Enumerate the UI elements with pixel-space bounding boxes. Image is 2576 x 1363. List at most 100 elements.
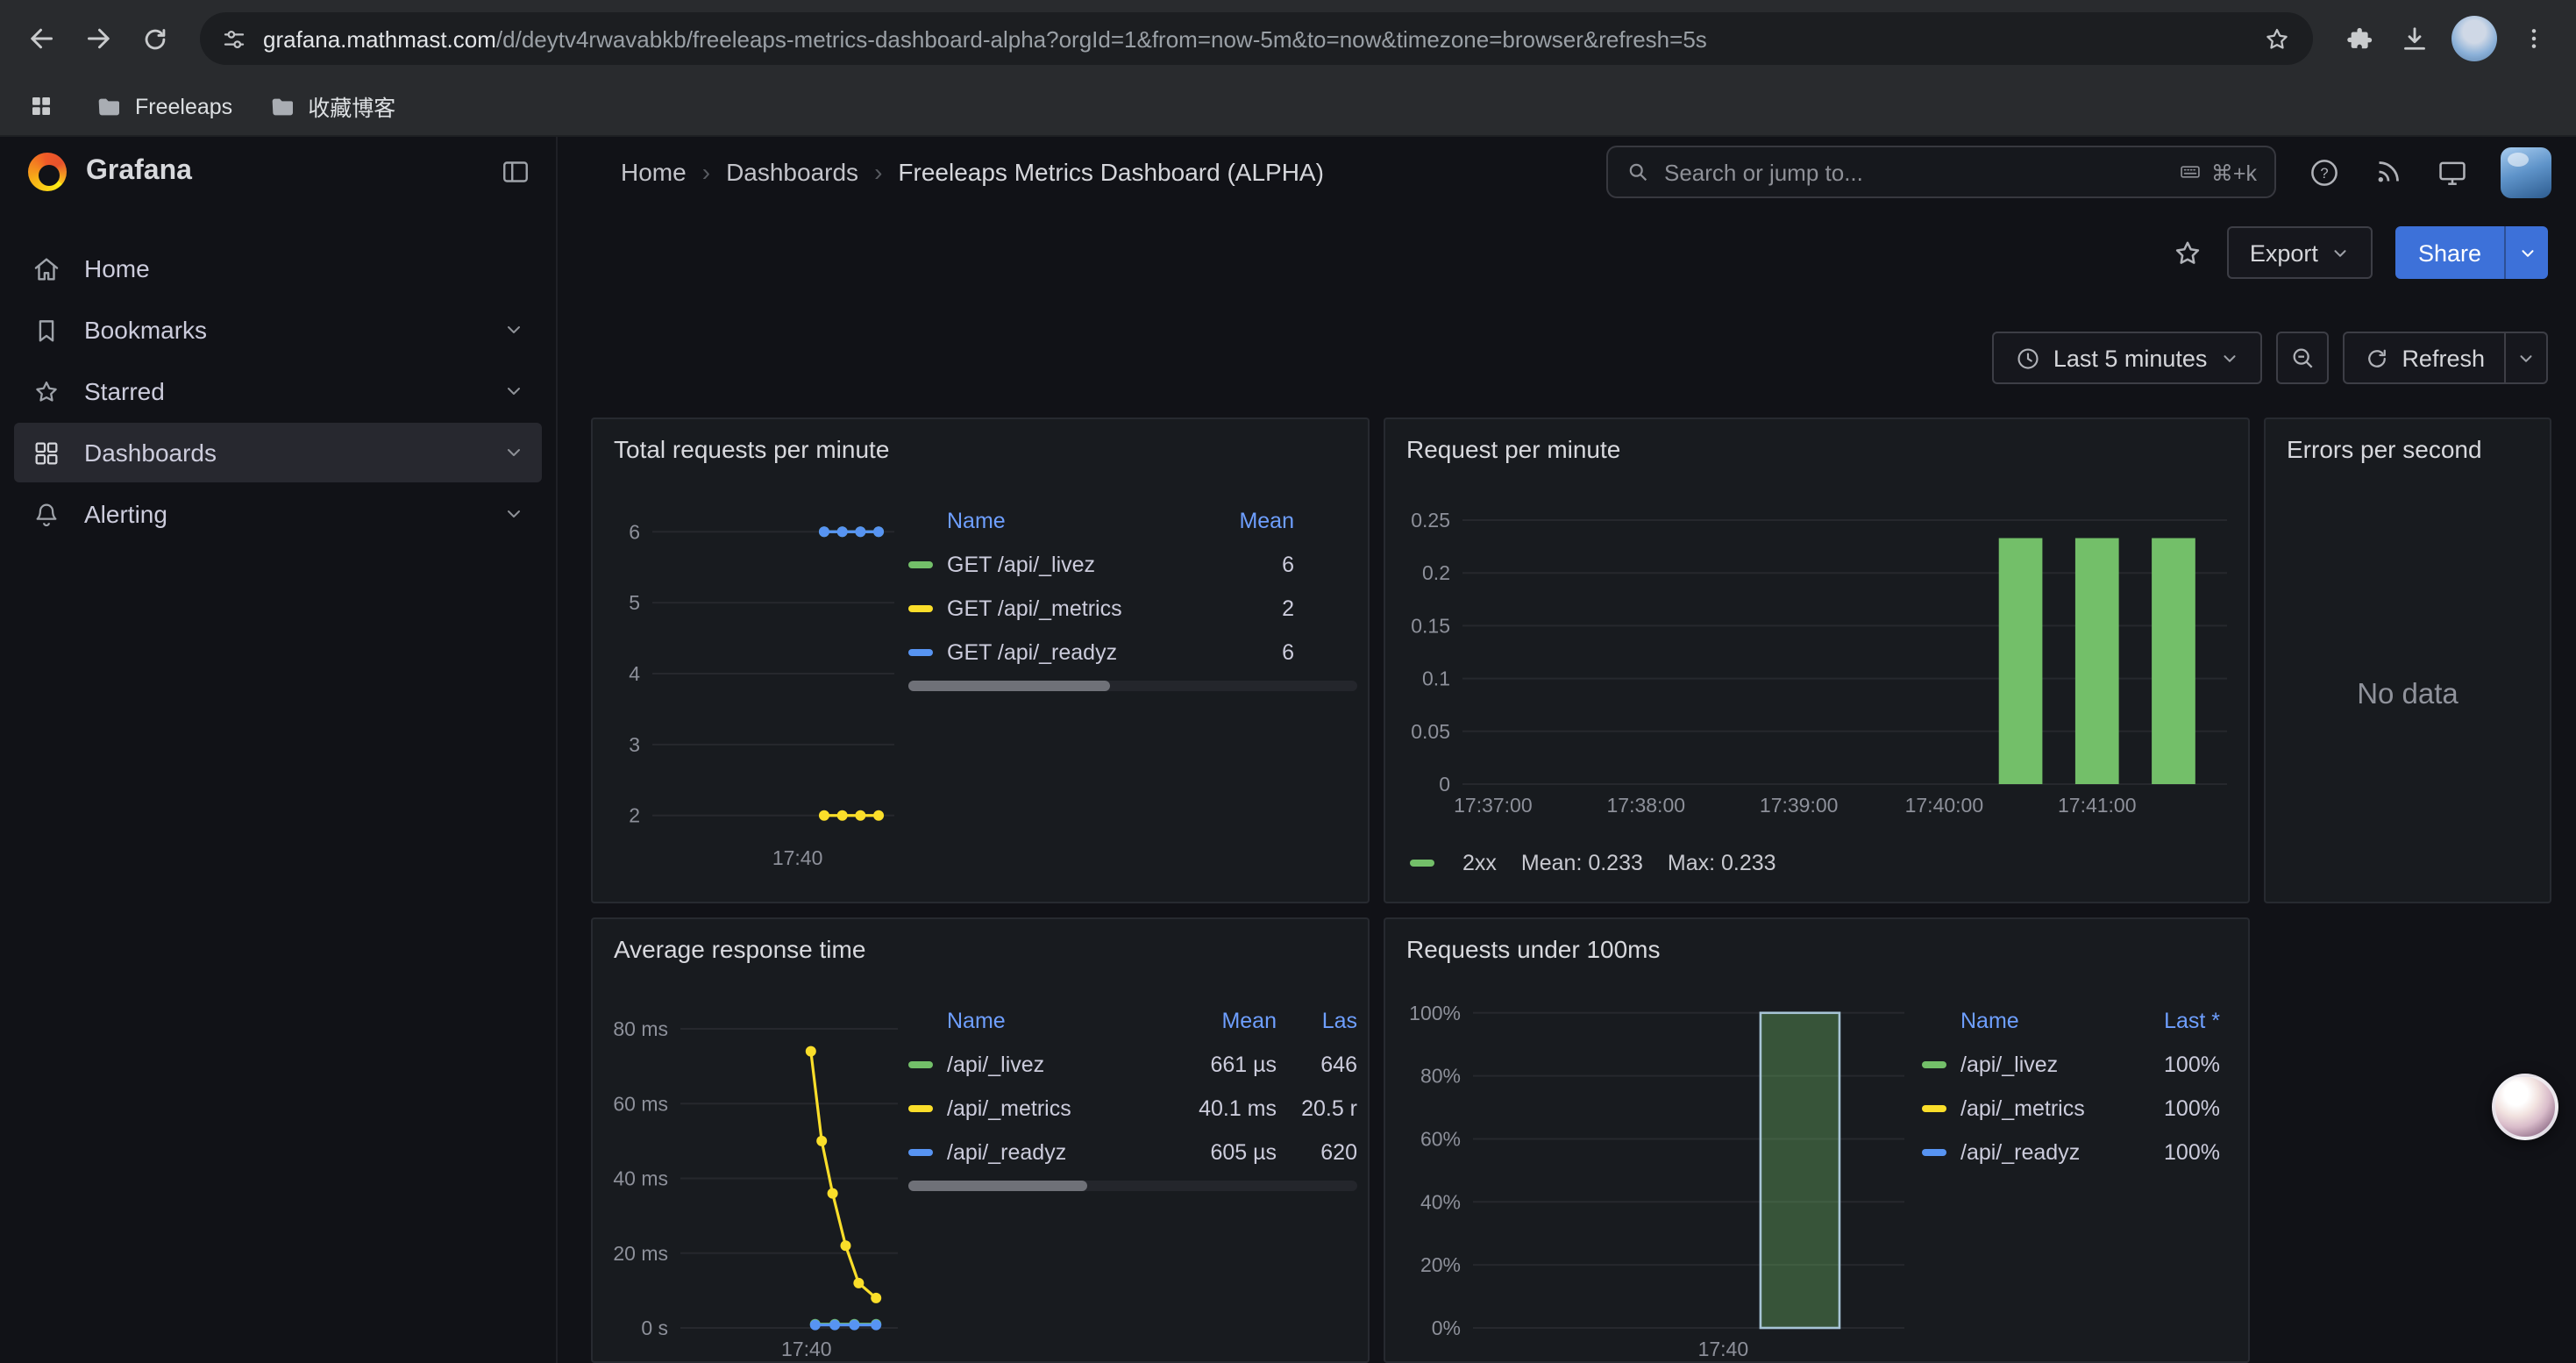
- rss-icon[interactable]: [2373, 156, 2404, 188]
- legend-scrollbar[interactable]: [908, 681, 1357, 691]
- svg-text:60 ms: 60 ms: [613, 1092, 668, 1115]
- legend-header: Name Last *: [1922, 1000, 2238, 1042]
- reload-button[interactable]: [130, 14, 179, 63]
- star-icon: [32, 376, 61, 406]
- legend-col-mean[interactable]: Mean: [1168, 1009, 1277, 1033]
- legend-col-last[interactable]: Las: [1277, 1009, 1357, 1033]
- panel-requests-under-100ms: Requests under 100ms 100%80%60%40%20%0%1…: [1384, 917, 2250, 1363]
- zoom-out-button[interactable]: [2275, 332, 2328, 384]
- browser-toolbar: grafana.mathmast.com/d/deytv4rwavabkb/fr…: [0, 0, 2576, 77]
- legend-row[interactable]: /api/_metrics 40.1 ms 20.5 r: [908, 1086, 1357, 1130]
- series-swatch: [1922, 1060, 1946, 1067]
- dock-menu-icon[interactable]: [500, 156, 531, 188]
- panel-title[interactable]: Errors per second: [2287, 435, 2482, 463]
- series-swatch: [908, 648, 933, 655]
- svg-text:4: 4: [629, 662, 640, 685]
- refresh-button[interactable]: Refresh: [2344, 333, 2504, 382]
- bookmark-folder-blog[interactable]: 收藏博客: [267, 89, 395, 123]
- search-input[interactable]: [1664, 159, 2164, 185]
- bookmark-label: Freeleaps: [135, 94, 232, 118]
- chevron-down-icon[interactable]: [503, 442, 524, 463]
- breadcrumb-current[interactable]: Freeleaps Metrics Dashboard (ALPHA): [898, 158, 1324, 186]
- panel-title[interactable]: Request per minute: [1406, 435, 1620, 463]
- help-icon[interactable]: ?: [2308, 155, 2341, 189]
- downloads-icon[interactable]: [2390, 14, 2439, 63]
- url-text[interactable]: grafana.mathmast.com/d/deytv4rwavabkb/fr…: [263, 25, 2246, 52]
- sidebar-item-starred[interactable]: Starred: [14, 361, 542, 421]
- request-per-minute-chart[interactable]: 0.250.20.150.10.05017:37:0017:38:0017:39…: [1396, 489, 2241, 840]
- sidebar-item-alerting[interactable]: Alerting: [14, 484, 542, 544]
- legend-row[interactable]: /api/_livez 100%: [1922, 1042, 2238, 1086]
- under-100ms-chart[interactable]: 100%80%60%40%20%0%17:40: [1396, 982, 1915, 1363]
- chevron-down-icon[interactable]: [503, 319, 524, 340]
- legend-header: Name Mean: [908, 500, 1357, 542]
- svg-text:17:37:00: 17:37:00: [1454, 794, 1533, 817]
- legend-row[interactable]: GET /api/_readyz 6: [908, 630, 1357, 674]
- chevron-down-icon[interactable]: [503, 381, 524, 402]
- legend-col-name[interactable]: Name: [1960, 1009, 2122, 1033]
- svg-text:17:40: 17:40: [781, 1338, 832, 1360]
- average-response-chart[interactable]: 80 ms60 ms40 ms20 ms0 s17:40: [600, 982, 908, 1363]
- legend-scrollbar[interactable]: [908, 1181, 1357, 1191]
- search-box[interactable]: ⌘+k: [1606, 146, 2276, 198]
- svg-text:0.25: 0.25: [1411, 509, 1450, 532]
- breadcrumb-home[interactable]: Home: [621, 158, 687, 186]
- legend-row[interactable]: GET /api/_livez 6: [908, 542, 1357, 586]
- share-button[interactable]: Share: [2395, 226, 2548, 279]
- time-range-picker[interactable]: Last 5 minutes: [1992, 332, 2262, 384]
- series-swatch: [1922, 1104, 1946, 1111]
- sidebar-item-bookmarks[interactable]: Bookmarks: [14, 300, 542, 360]
- sidebar-item-home[interactable]: Home: [14, 239, 542, 298]
- chevron-down-icon[interactable]: [503, 503, 524, 525]
- series-swatch: [908, 1060, 933, 1067]
- sidebar-nav: Home Bookmarks Starred Dashboards: [0, 239, 556, 544]
- legend-row[interactable]: /api/_livez 661 µs 646: [908, 1042, 1357, 1086]
- breadcrumb-dashboards[interactable]: Dashboards: [726, 158, 858, 186]
- refresh-interval-caret[interactable]: [2504, 333, 2546, 382]
- breadcrumb: Home › Dashboards › Freeleaps Metrics Da…: [621, 158, 1324, 186]
- total-requests-chart[interactable]: 6543217:40: [600, 489, 908, 889]
- legend-row[interactable]: /api/_readyz 605 µs 620: [908, 1130, 1357, 1174]
- sidebar-item-label: Alerting: [84, 500, 167, 528]
- floating-avatar[interactable]: [2492, 1074, 2558, 1140]
- panel-title[interactable]: Average response time: [614, 935, 865, 963]
- legend-series-2xx[interactable]: 2xx: [1410, 851, 1497, 875]
- forward-button[interactable]: [74, 14, 123, 63]
- user-avatar[interactable]: [2501, 146, 2551, 197]
- panel-title[interactable]: Requests under 100ms: [1406, 935, 1661, 963]
- sidebar-item-label: Home: [84, 254, 150, 282]
- monitor-icon[interactable]: [2436, 155, 2469, 189]
- legend-row[interactable]: /api/_metrics 100%: [1922, 1086, 2238, 1130]
- legend-table: Name Last * /api/_livez 100% /api/_metri…: [1922, 1000, 2238, 1174]
- site-settings-icon[interactable]: [221, 25, 247, 52]
- favorite-star-icon[interactable]: [2171, 236, 2204, 269]
- refresh-icon: [2363, 345, 2389, 371]
- address-bar[interactable]: grafana.mathmast.com/d/deytv4rwavabkb/fr…: [200, 12, 2313, 65]
- share-menu-caret[interactable]: [2504, 226, 2548, 279]
- legend-col-mean[interactable]: Mean: [1185, 509, 1294, 533]
- legend-col-name[interactable]: Name: [947, 1009, 1168, 1033]
- grafana-logo[interactable]: [28, 153, 67, 191]
- bell-icon: [32, 499, 61, 529]
- sidebar-item-label: Dashboards: [84, 439, 217, 467]
- bookmark-star-icon[interactable]: [2262, 24, 2292, 54]
- browser-menu-icon[interactable]: [2509, 14, 2558, 63]
- back-button[interactable]: [18, 14, 67, 63]
- svg-text:17:41:00: 17:41:00: [2058, 794, 2137, 817]
- legend-row[interactable]: /api/_readyz 100%: [1922, 1130, 2238, 1174]
- export-button[interactable]: Export: [2227, 226, 2373, 279]
- legend-row[interactable]: GET /api/_metrics 2: [908, 586, 1357, 630]
- apps-grid-icon[interactable]: [21, 87, 60, 125]
- extensions-icon[interactable]: [2334, 14, 2383, 63]
- series-swatch: [908, 560, 933, 567]
- sidebar-item-dashboards[interactable]: Dashboards: [14, 423, 542, 482]
- svg-text:40 ms: 40 ms: [613, 1167, 668, 1190]
- breadcrumb-separator: ›: [858, 158, 898, 186]
- panel-title[interactable]: Total requests per minute: [614, 435, 889, 463]
- browser-profile-avatar[interactable]: [2451, 16, 2497, 61]
- svg-text:0: 0: [1439, 773, 1450, 796]
- search-icon: [1626, 160, 1650, 184]
- legend-col-last[interactable]: Last *: [2122, 1009, 2220, 1033]
- bookmark-folder-freeleaps[interactable]: Freeleaps: [95, 92, 232, 120]
- legend-col-name[interactable]: Name: [947, 509, 1185, 533]
